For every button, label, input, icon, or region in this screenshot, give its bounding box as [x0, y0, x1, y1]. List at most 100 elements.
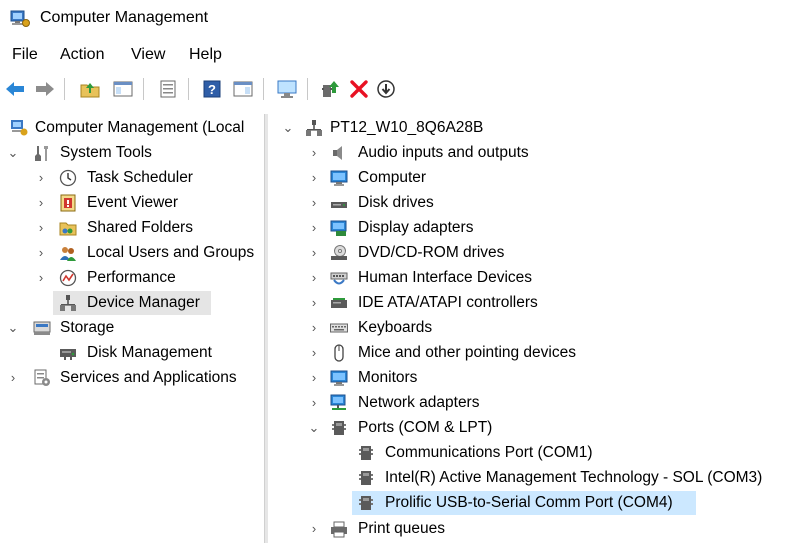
chevron-right-icon[interactable]: › — [308, 171, 320, 185]
chevron-right-icon[interactable]: › — [308, 221, 320, 235]
chevron-right-icon[interactable]: › — [35, 271, 47, 285]
tree-item-performance[interactable]: › Performance — [0, 266, 263, 290]
tree-item-event-viewer[interactable]: › Event Viewer — [0, 191, 263, 215]
forward-icon[interactable] — [34, 78, 56, 100]
chevron-right-icon[interactable]: › — [308, 296, 320, 310]
menu-help[interactable]: Help — [189, 46, 222, 64]
chevron-right-icon[interactable]: › — [308, 146, 320, 160]
category-ports[interactable]: ⌄ Ports (COM & LPT) — [268, 416, 793, 440]
chevron-right-icon[interactable]: › — [35, 196, 47, 210]
tree-item-label: Task Scheduler — [87, 169, 193, 186]
tree-item-label: Computer Management (Local — [35, 119, 245, 136]
monitor-icon[interactable] — [276, 78, 298, 100]
tree-item-services-and-applications[interactable]: › Services and Applications — [0, 366, 263, 390]
tree-item-device-manager[interactable]: Device Manager — [53, 291, 211, 315]
category-dvd-drives[interactable]: › DVD/CD-ROM drives — [268, 241, 793, 265]
network-adapter-icon — [330, 394, 346, 410]
computer-name-label: PT12_W10_8Q6A28B — [330, 119, 484, 136]
device-label: Prolific USB-to-Serial Comm Port (COM4) — [385, 494, 673, 511]
device-com3[interactable]: Intel(R) Active Management Technology - … — [268, 466, 793, 490]
category-label: DVD/CD-ROM drives — [358, 244, 505, 261]
disable-icon[interactable] — [375, 78, 397, 100]
device-com4[interactable]: Prolific USB-to-Serial Comm Port (COM4) — [352, 491, 696, 515]
tree-item-label: Device Manager — [87, 294, 200, 311]
show-hide-console-tree-icon[interactable] — [112, 78, 134, 100]
chevron-down-icon[interactable]: ⌄ — [7, 321, 19, 335]
chevron-right-icon[interactable]: › — [308, 396, 320, 410]
uninstall-icon[interactable] — [348, 78, 370, 100]
tree-item-task-scheduler[interactable]: › Task Scheduler — [0, 166, 263, 190]
performance-icon — [59, 269, 77, 287]
category-disk-drives[interactable]: › Disk drives — [268, 191, 793, 215]
computer-management-icon — [10, 10, 30, 27]
show-hide-action-pane-icon[interactable] — [232, 78, 254, 100]
tree-item-label: Shared Folders — [87, 219, 193, 236]
tree-item-storage[interactable]: ⌄ Storage — [0, 316, 263, 340]
chevron-right-icon[interactable]: › — [308, 371, 320, 385]
category-mice[interactable]: › Mice and other pointing devices — [268, 341, 793, 365]
dvd-drive-icon — [331, 245, 347, 260]
tree-item-label: System Tools — [60, 144, 152, 161]
category-label: Network adapters — [358, 394, 480, 411]
chevron-down-icon[interactable]: ⌄ — [282, 121, 294, 135]
chevron-right-icon[interactable]: › — [308, 321, 320, 335]
port-icon — [359, 446, 373, 460]
category-keyboards[interactable]: › Keyboards — [268, 316, 793, 340]
chevron-right-icon[interactable]: › — [35, 171, 47, 185]
tree-item-label: Local Users and Groups — [87, 244, 255, 261]
toolbar: ? — [0, 76, 793, 104]
shared-folder-icon — [59, 222, 77, 236]
menu-file[interactable]: File — [12, 46, 38, 64]
category-label: Disk drives — [358, 194, 434, 211]
chevron-right-icon[interactable]: › — [7, 371, 19, 385]
tree-item-local-users-and-groups[interactable]: › Local Users and Groups — [0, 241, 263, 265]
chevron-right-icon[interactable]: › — [35, 221, 47, 235]
tree-item-disk-management[interactable]: Disk Management — [0, 341, 263, 365]
chevron-right-icon[interactable]: › — [308, 196, 320, 210]
chevron-right-icon[interactable]: › — [308, 346, 320, 360]
category-label: Monitors — [358, 369, 418, 386]
category-ide-controllers[interactable]: › IDE ATA/ATAPI controllers — [268, 291, 793, 315]
tree-item-computer-name[interactable]: ⌄ PT12_W10_8Q6A28B — [268, 116, 793, 140]
chevron-down-icon[interactable]: ⌄ — [308, 421, 320, 435]
hid-icon — [330, 272, 348, 285]
update-driver-icon[interactable] — [319, 78, 341, 100]
tree-item-shared-folders[interactable]: › Shared Folders — [0, 216, 263, 240]
tree-item-computer-management[interactable]: Computer Management (Local — [0, 116, 263, 140]
chevron-right-icon[interactable]: › — [308, 522, 320, 536]
category-label: Mice and other pointing devices — [358, 344, 576, 361]
storage-icon — [33, 321, 51, 335]
back-icon[interactable] — [4, 78, 26, 100]
port-icon — [359, 471, 373, 485]
disk-drive-icon — [331, 202, 347, 208]
title-bar: Computer Management — [0, 0, 793, 38]
category-label: Display adapters — [358, 219, 474, 236]
category-monitors[interactable]: › Monitors — [268, 366, 793, 390]
device-com1[interactable]: Communications Port (COM1) — [268, 441, 793, 465]
chevron-right-icon[interactable]: › — [35, 246, 47, 260]
device-label: Intel(R) Active Management Technology - … — [385, 469, 763, 486]
chevron-down-icon[interactable]: ⌄ — [7, 146, 19, 160]
disk-management-icon — [60, 349, 76, 360]
tree-item-label: Disk Management — [87, 344, 212, 361]
category-network-adapters[interactable]: › Network adapters — [268, 391, 793, 415]
help-icon[interactable]: ? — [201, 78, 223, 100]
menu-view[interactable]: View — [131, 46, 165, 64]
category-human-interface-devices[interactable]: › Human Interface Devices — [268, 266, 793, 290]
tree-item-system-tools[interactable]: ⌄ System Tools — [0, 141, 263, 165]
device-manager-icon — [60, 295, 76, 311]
clock-icon — [59, 169, 77, 187]
category-print-queues[interactable]: › Print queues — [268, 517, 793, 541]
chevron-right-icon[interactable]: › — [308, 246, 320, 260]
port-icon — [332, 421, 346, 435]
chevron-right-icon[interactable]: › — [308, 271, 320, 285]
menu-action[interactable]: Action — [60, 46, 104, 64]
up-folder-icon[interactable] — [79, 78, 101, 100]
toolbar-separator — [64, 78, 65, 100]
category-label: Computer — [358, 169, 427, 186]
category-computer[interactable]: › Computer — [268, 166, 793, 190]
toolbar-separator — [263, 78, 264, 100]
category-display-adapters[interactable]: › Display adapters — [268, 216, 793, 240]
properties-icon[interactable] — [157, 78, 179, 100]
category-audio[interactable]: › Audio inputs and outputs — [268, 141, 793, 165]
